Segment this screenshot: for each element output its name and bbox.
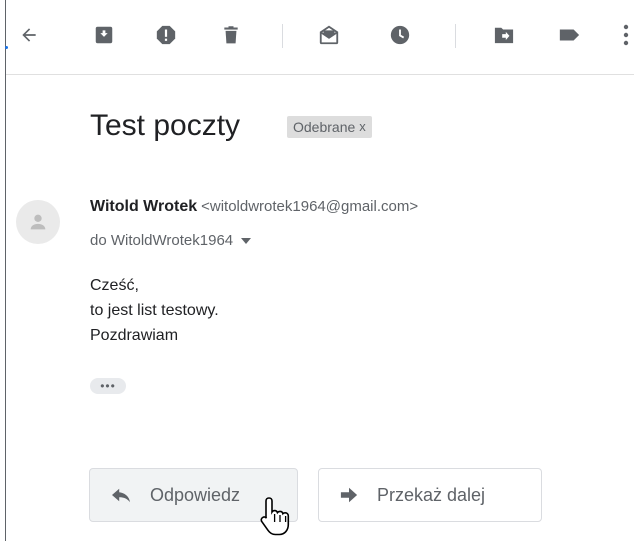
forward-label: Przekaż dalej xyxy=(377,484,486,505)
move-to-icon[interactable] xyxy=(489,20,519,50)
report-spam-icon[interactable] xyxy=(151,20,181,50)
hand-cursor-icon xyxy=(260,496,294,541)
body-line: Cześć, xyxy=(90,277,139,294)
forward-icon xyxy=(339,486,359,504)
delete-icon[interactable] xyxy=(216,20,246,50)
message-subject: Test poczty xyxy=(90,109,241,142)
body-line: to jest list testowy. xyxy=(90,302,219,319)
label-icon[interactable] xyxy=(554,20,584,50)
label-chip-inbox[interactable]: Odebrane x xyxy=(287,116,372,138)
avatar xyxy=(16,200,60,244)
body-line: Pozdrawiam xyxy=(90,327,179,344)
recipient-text: do WitoldWrotek1964 xyxy=(90,232,234,249)
sender-email: <witoldwrotek1964@gmail.com> xyxy=(201,198,419,215)
show-trimmed-content-button[interactable]: ••• xyxy=(90,378,126,394)
remove-label-button[interactable]: x xyxy=(359,116,366,138)
forward-button[interactable]: Przekaż dalej xyxy=(318,468,542,522)
message-body: Cześć, to jest list testowy. Pozdrawiam xyxy=(90,273,219,348)
more-vert-icon[interactable] xyxy=(616,20,634,50)
toolbar-separator xyxy=(282,24,283,48)
toolbar-separator xyxy=(455,24,456,48)
reply-label: Odpowiedz xyxy=(150,484,241,505)
window-left-edge xyxy=(5,0,6,541)
mark-unread-icon[interactable] xyxy=(314,20,344,50)
back-arrow-icon[interactable] xyxy=(14,20,44,50)
show-details-chevron-icon[interactable] xyxy=(241,237,252,244)
reply-icon xyxy=(110,486,132,504)
label-chip-text: Odebrane xyxy=(293,119,356,135)
snooze-icon[interactable] xyxy=(385,20,415,50)
recipient-line: do WitoldWrotek1964 xyxy=(90,232,252,249)
sender-name[interactable]: Witold Wrotek xyxy=(90,198,197,215)
archive-icon[interactable] xyxy=(89,20,119,50)
message-toolbar xyxy=(6,0,634,75)
sender-line: Witold Wrotek <witoldwrotek1964@gmail.com… xyxy=(90,198,418,216)
person-icon xyxy=(30,214,46,230)
